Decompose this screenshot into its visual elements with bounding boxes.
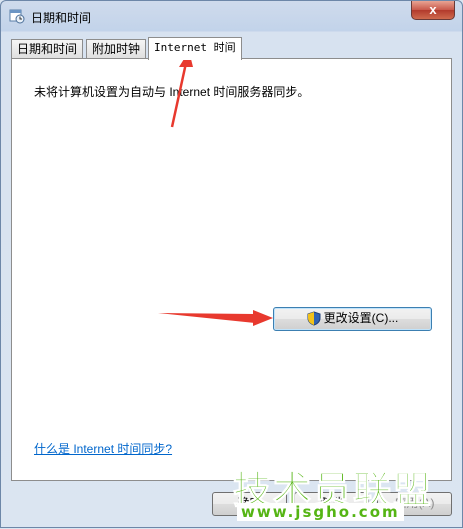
window-title: 日期和时间 — [31, 11, 92, 25]
calendar-clock-icon — [9, 9, 25, 24]
change-settings-button[interactable]: 更改设置(C)... — [273, 307, 432, 331]
change-settings-label: 更改设置(C)... — [323, 311, 399, 325]
date-time-dialog: 日期和时间 x 日期和时间 附加时钟 Internet 时间 未将计算机设置为自… — [0, 0, 463, 528]
watermark-url: www.jsgho.com — [237, 503, 404, 521]
title-bar[interactable]: 日期和时间 x — [1, 1, 462, 31]
close-button[interactable]: x — [411, 1, 455, 20]
tab-date-time[interactable]: 日期和时间 — [11, 39, 84, 59]
tab-bar: 日期和时间 附加时钟 Internet 时间 — [11, 37, 311, 60]
tab-internet-time[interactable]: Internet 时间 — [148, 37, 242, 60]
tab-additional-clocks[interactable]: 附加时钟 — [86, 39, 147, 59]
uac-shield-icon — [307, 311, 321, 326]
tab-panel: 未将计算机设置为自动与 Internet 时间服务器同步。 更改设置(C)...… — [11, 58, 452, 481]
sync-status-message: 未将计算机设置为自动与 Internet 时间服务器同步。 — [34, 85, 310, 99]
internet-time-help-link[interactable]: 什么是 Internet 时间同步? — [34, 440, 172, 457]
close-icon: x — [429, 2, 437, 17]
